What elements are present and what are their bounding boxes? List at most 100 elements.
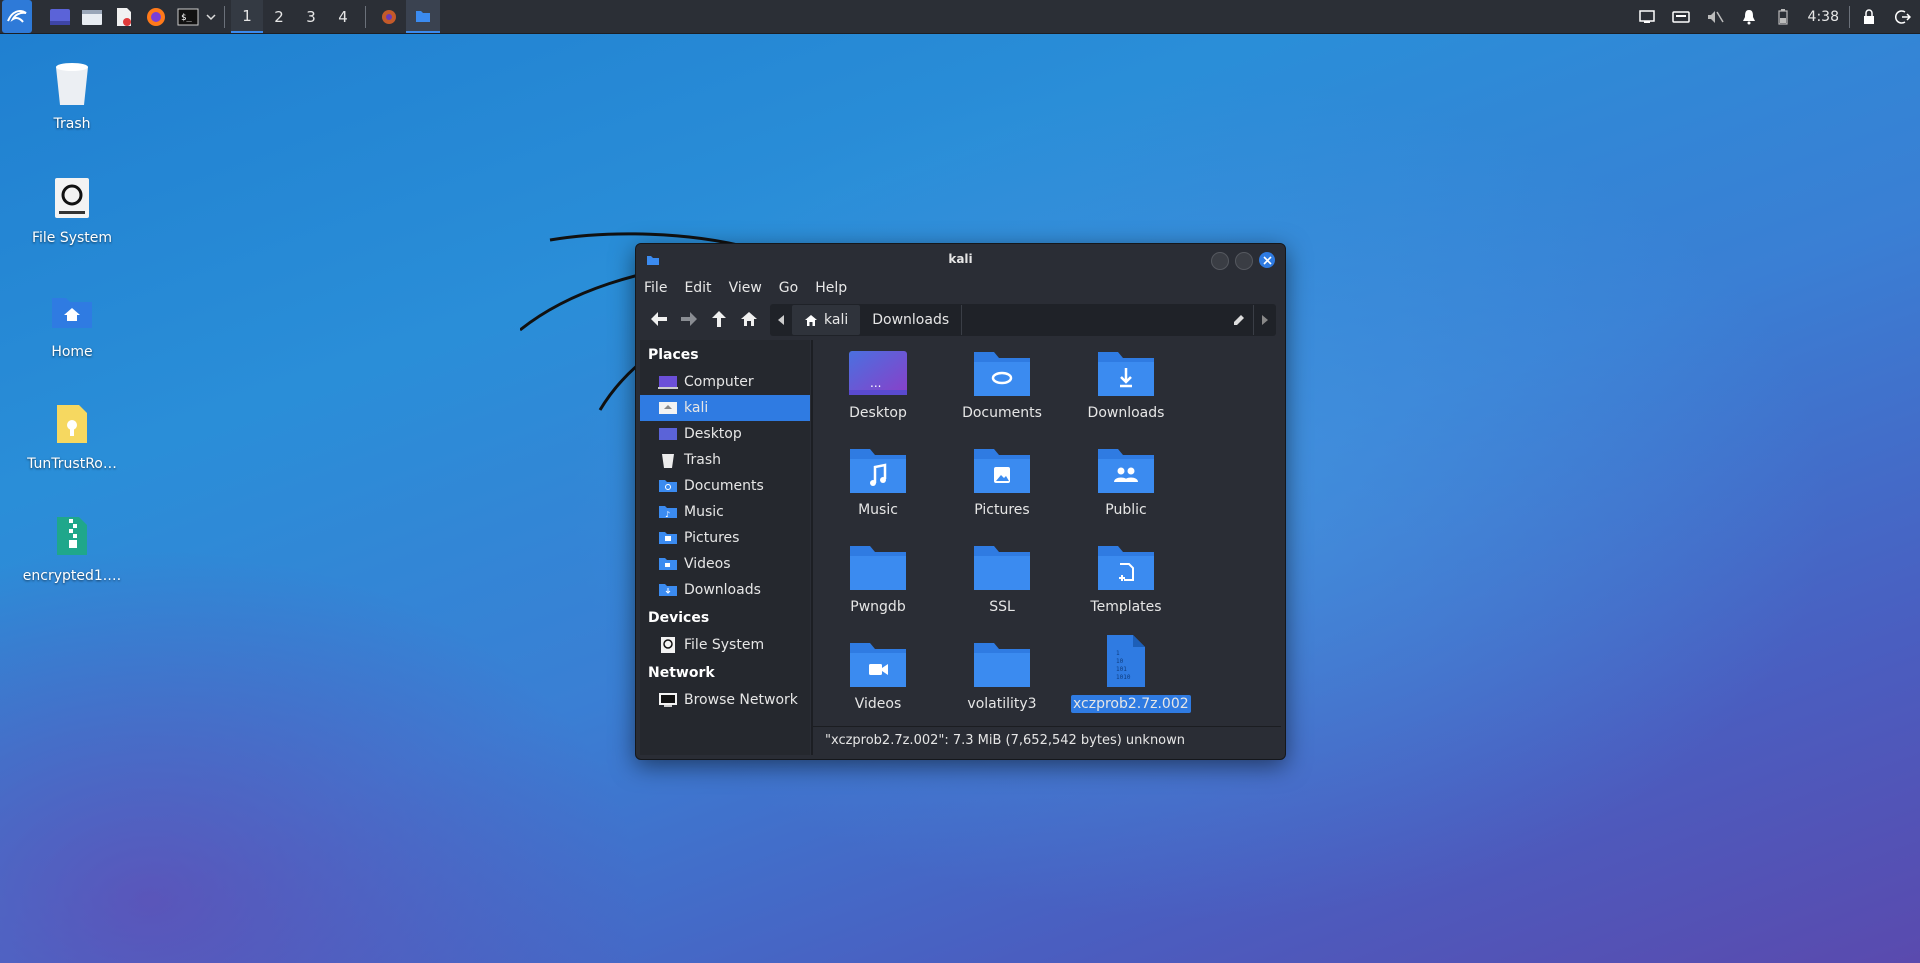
svg-text:1: 1 bbox=[1116, 650, 1120, 657]
arrow-left-icon bbox=[651, 312, 667, 326]
desktop-icon-trash[interactable]: Trash bbox=[17, 56, 127, 132]
lock-screen-icon[interactable] bbox=[1852, 0, 1886, 33]
menu-file[interactable]: File bbox=[644, 280, 667, 296]
file-item-public[interactable]: Public bbox=[1071, 437, 1181, 519]
workspace-3-button[interactable]: 3 bbox=[295, 0, 327, 33]
edit-location-button[interactable] bbox=[1225, 305, 1253, 335]
desktop-icon-home[interactable]: Home bbox=[17, 284, 127, 360]
desktop-icon-file-system[interactable]: File System bbox=[17, 170, 127, 246]
sidebar-item-documents[interactable]: Documents bbox=[640, 473, 810, 499]
path-crumb-downloads[interactable]: Downloads bbox=[860, 305, 963, 335]
file-item-desktop[interactable]: ... Desktop bbox=[823, 340, 933, 422]
file-item-pictures[interactable]: Pictures bbox=[947, 437, 1057, 519]
keyboard-icon[interactable] bbox=[1664, 0, 1698, 33]
path-crumb-home[interactable]: kali bbox=[792, 305, 861, 335]
chevron-right-icon bbox=[1262, 315, 1268, 325]
sidebar-item-videos[interactable]: Videos bbox=[640, 551, 810, 577]
file-item-label: Videos bbox=[854, 696, 902, 712]
sidebar-item-trash[interactable]: Trash bbox=[640, 447, 810, 473]
file-item-label: SSL bbox=[989, 599, 1015, 615]
text-editor-launcher-icon[interactable] bbox=[108, 0, 140, 33]
sidebar-item-file-system[interactable]: File System bbox=[640, 632, 810, 658]
file-item-videos[interactable]: Videos bbox=[823, 631, 933, 713]
sidebar-item-label: kali bbox=[684, 400, 709, 416]
sidebar-item-pictures[interactable]: Pictures bbox=[640, 525, 810, 551]
menu-help[interactable]: Help bbox=[815, 280, 847, 296]
public-folder-icon bbox=[1098, 449, 1154, 493]
sidebar-item-label: Downloads bbox=[684, 582, 761, 598]
downloads-folder-icon bbox=[1098, 352, 1154, 396]
documents-folder-icon bbox=[974, 352, 1030, 396]
sidebar-item-label: Music bbox=[684, 504, 724, 520]
menu-edit[interactable]: Edit bbox=[684, 280, 711, 296]
menu-view[interactable]: View bbox=[729, 280, 762, 296]
file-item-music[interactable]: Music bbox=[823, 437, 933, 519]
sidebar-item-browse-network[interactable]: Browse Network bbox=[640, 687, 810, 713]
menu-go[interactable]: Go bbox=[779, 280, 798, 296]
path-bar: kali Downloads bbox=[770, 304, 1276, 336]
svg-text:1010: 1010 bbox=[1116, 674, 1131, 681]
volume-muted-icon[interactable] bbox=[1698, 0, 1732, 33]
workspace-2-button[interactable]: 2 bbox=[263, 0, 295, 33]
sidebar-item-kali[interactable]: kali bbox=[640, 395, 810, 421]
file-item-label: xczprob2.7z.002 bbox=[1071, 695, 1191, 713]
minimize-button[interactable] bbox=[1211, 252, 1229, 270]
window-titlebar[interactable]: kali bbox=[636, 244, 1285, 274]
desktop-icon-label: Trash bbox=[53, 116, 91, 132]
terminal-launcher-icon[interactable]: $_ bbox=[172, 0, 204, 33]
desktop-icon-tuntrustro[interactable]: TunTrustRo… bbox=[17, 396, 127, 472]
parent-folder-button[interactable] bbox=[704, 304, 734, 334]
launcher-dropdown-icon[interactable] bbox=[204, 0, 218, 33]
file-item-label: Public bbox=[1105, 502, 1147, 518]
file-item-templates[interactable]: Templates bbox=[1071, 534, 1181, 616]
sidebar-item-downloads[interactable]: Downloads bbox=[640, 577, 810, 603]
pencil-icon bbox=[1234, 315, 1244, 325]
file-manager-task-button[interactable] bbox=[406, 0, 440, 33]
sidebar-item-label: Documents bbox=[684, 478, 764, 494]
file-item-documents[interactable]: Documents bbox=[947, 340, 1057, 422]
file-item-ssl[interactable]: SSL bbox=[947, 534, 1057, 616]
kali-menu-icon[interactable] bbox=[2, 0, 32, 33]
battery-icon[interactable] bbox=[1766, 0, 1800, 33]
sidebar-heading-devices: Devices bbox=[648, 610, 710, 626]
panel-separator bbox=[1849, 5, 1850, 28]
workspace-1-button[interactable]: 1 bbox=[231, 0, 263, 33]
arrow-right-icon bbox=[681, 312, 697, 326]
file-item-label: volatility3 bbox=[967, 696, 1037, 712]
workspace-4-button[interactable]: 4 bbox=[327, 0, 359, 33]
desktop-icon-encrypted[interactable]: encrypted1.… bbox=[17, 508, 127, 584]
firefox-launcher-icon[interactable] bbox=[140, 0, 172, 33]
pictures-folder-icon bbox=[659, 532, 677, 544]
back-button[interactable] bbox=[644, 304, 674, 334]
file-item-pwngdb[interactable]: Pwngdb bbox=[823, 534, 933, 616]
desktop-icon-label: encrypted1.… bbox=[22, 568, 122, 584]
sidebar-item-computer[interactable]: Computer bbox=[640, 369, 810, 395]
trash-icon bbox=[662, 454, 674, 468]
file-item-xczprob2[interactable]: 1 10 101 1010 xczprob2.7z.002 bbox=[1071, 631, 1191, 713]
file-view[interactable]: ... Desktop Documents Downloads Music Pi… bbox=[813, 340, 1281, 718]
firefox-task-button[interactable] bbox=[372, 0, 406, 33]
logout-icon[interactable] bbox=[1886, 0, 1920, 33]
clock[interactable]: 4:38 bbox=[1800, 9, 1847, 25]
display-icon[interactable] bbox=[1630, 0, 1664, 33]
file-item-downloads[interactable]: Downloads bbox=[1071, 340, 1181, 422]
computer-icon bbox=[658, 376, 678, 389]
sidebar-item-desktop[interactable]: Desktop bbox=[640, 421, 810, 447]
forward-button[interactable] bbox=[674, 304, 704, 334]
file-manager-launcher-icon[interactable] bbox=[76, 0, 108, 33]
home-button[interactable] bbox=[734, 304, 764, 334]
file-item-volatility3[interactable]: volatility3 bbox=[947, 631, 1057, 713]
svg-text:10: 10 bbox=[1116, 658, 1124, 665]
notifications-icon[interactable] bbox=[1732, 0, 1766, 33]
close-button[interactable] bbox=[1259, 252, 1275, 268]
path-scroll-right-button[interactable] bbox=[1253, 305, 1276, 335]
path-crumb-home-label: kali bbox=[824, 312, 849, 328]
file-manager-window: kali File Edit View Go Help kali Downloa… bbox=[635, 243, 1286, 760]
sidebar-item-music[interactable]: ♪ Music bbox=[640, 499, 810, 525]
folder-icon bbox=[850, 546, 906, 590]
path-scroll-left-button[interactable] bbox=[770, 305, 792, 335]
maximize-button[interactable] bbox=[1235, 252, 1253, 270]
folder-icon bbox=[974, 546, 1030, 590]
desktop-folder-icon bbox=[659, 428, 677, 440]
show-desktop-icon[interactable] bbox=[44, 0, 76, 33]
